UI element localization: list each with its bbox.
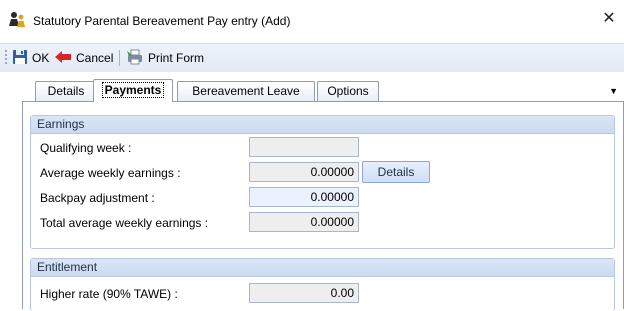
close-button[interactable]: ✕ xyxy=(598,8,620,30)
print-form-button[interactable]: Print Form xyxy=(126,49,204,67)
tab-payments-label: Payments xyxy=(101,82,165,98)
avg-weekly-earnings-label: Average weekly earnings : xyxy=(40,166,181,180)
print-form-icon xyxy=(126,49,144,68)
payments-panel: Earnings Qualifying week : Average weekl… xyxy=(22,101,624,311)
tab-options-label: Options xyxy=(327,84,369,98)
higher-rate-field: 0.00 xyxy=(249,283,359,303)
backpay-adjustment-label: Backpay adjustment : xyxy=(40,191,155,205)
tab-bereavement-leave-label: Bereavement Leave xyxy=(192,84,300,98)
ok-button[interactable]: OK xyxy=(12,49,49,67)
save-icon xyxy=(12,49,28,68)
avg-weekly-earnings-field: 0.00000 xyxy=(249,162,359,182)
tab-details-label: Details xyxy=(47,84,85,98)
qualifying-week-label: Qualifying week : xyxy=(40,141,132,155)
ok-label: OK xyxy=(32,51,50,65)
tab-bereavement-leave[interactable]: Bereavement Leave xyxy=(177,81,315,101)
total-avg-weekly-earnings-field: 0.00000 xyxy=(249,212,359,232)
toolbar-grip[interactable] xyxy=(5,50,7,66)
toolbar-separator xyxy=(119,50,120,66)
earnings-group: Earnings Qualifying week : Average weekl… xyxy=(30,115,615,249)
title-bar: Statutory Parental Bereavement Pay entry… xyxy=(0,0,624,42)
qualifying-week-field xyxy=(249,137,359,157)
back-arrow-icon xyxy=(54,50,72,67)
tab-dropdown-arrow-icon[interactable]: ▼ xyxy=(609,86,618,96)
cancel-label: Cancel xyxy=(76,51,114,65)
entitlement-group: Entitlement Higher rate (90% TAWE) : 0.0… xyxy=(30,258,615,311)
people-icon xyxy=(8,11,26,29)
higher-rate-label: Higher rate (90% TAWE) : xyxy=(40,287,178,301)
earnings-header: Earnings xyxy=(31,116,614,134)
tab-options[interactable]: Options xyxy=(317,81,379,101)
tab-details[interactable]: Details xyxy=(35,81,97,101)
tab-payments[interactable]: Payments xyxy=(93,79,173,102)
print-form-label: Print Form xyxy=(148,51,205,65)
backpay-adjustment-input[interactable]: 0.00000 xyxy=(249,187,359,207)
window-title: Statutory Parental Bereavement Pay entry… xyxy=(33,14,291,28)
cancel-button[interactable]: Cancel xyxy=(54,49,113,67)
toolbar: OK Cancel Print Form xyxy=(0,43,624,73)
details-button[interactable]: Details xyxy=(362,161,430,183)
total-avg-weekly-earnings-label: Total average weekly earnings : xyxy=(40,216,209,230)
entitlement-header: Entitlement xyxy=(31,259,614,277)
